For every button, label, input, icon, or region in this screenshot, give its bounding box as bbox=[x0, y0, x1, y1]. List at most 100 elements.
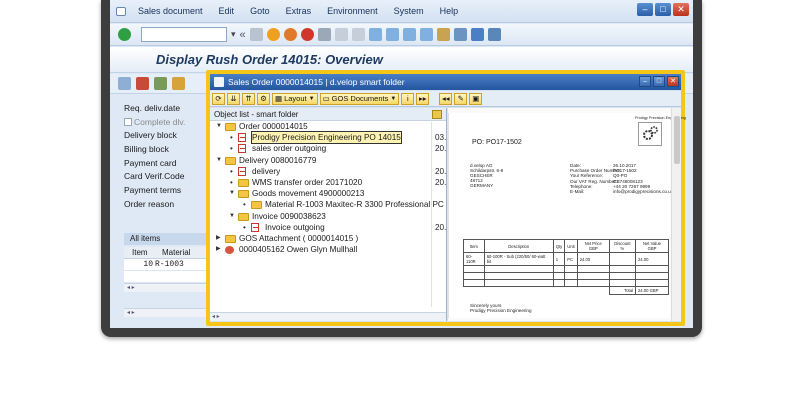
items-horizontal-scrollbar[interactable]: ◂ ▸ bbox=[124, 283, 216, 292]
tree-node-label: Prodigy Precision Engineering PO 14015 bbox=[251, 131, 402, 145]
menu-goto[interactable]: Goto bbox=[242, 6, 278, 16]
rewind-icon[interactable]: ◂◂ bbox=[439, 92, 453, 105]
menu-sales-document[interactable]: Sales document bbox=[130, 6, 211, 16]
create-session-icon[interactable] bbox=[436, 28, 450, 41]
next-page-icon[interactable] bbox=[402, 28, 416, 41]
expand-down-icon[interactable]: ▼ bbox=[229, 211, 235, 222]
tree-node[interactable]: ▶ GOS Attachment ( 0000014015 ) bbox=[210, 233, 446, 244]
header-form: Req. deliv.date Complete dlv. Delivery b… bbox=[124, 102, 214, 212]
table-row[interactable] bbox=[124, 271, 216, 283]
folder-edit-icon[interactable] bbox=[432, 110, 442, 119]
previous-page-icon[interactable] bbox=[385, 28, 399, 41]
command-field[interactable] bbox=[141, 27, 227, 42]
find-icon[interactable] bbox=[334, 28, 348, 41]
doc-table-row bbox=[463, 279, 670, 287]
expand-down-icon[interactable]: ▼ bbox=[229, 188, 235, 199]
command-history-icon[interactable]: ▾ bbox=[231, 29, 236, 40]
column-header-material[interactable]: Material bbox=[154, 247, 190, 258]
services-for-object-icon[interactable] bbox=[172, 77, 185, 90]
archive-icon[interactable]: ▣ bbox=[469, 92, 483, 105]
settings-icon[interactable]: ⚙ bbox=[257, 92, 270, 105]
maximize-icon[interactable]: □ bbox=[655, 3, 671, 16]
folder-icon bbox=[238, 178, 249, 187]
tree-node[interactable]: ▶ 0000405162 Owen Glyn Mullhall bbox=[210, 244, 446, 255]
purchase-order-document: Prodigy Precision Engineering PO: PO17-1… bbox=[448, 113, 686, 318]
last-page-icon[interactable] bbox=[419, 28, 433, 41]
layout-menu-icon[interactable] bbox=[487, 28, 501, 41]
back-icon[interactable] bbox=[266, 28, 280, 41]
find-next-icon[interactable] bbox=[351, 28, 365, 41]
expand-all-icon[interactable]: ⇊ bbox=[227, 92, 240, 105]
folder-icon bbox=[225, 156, 236, 165]
save-icon[interactable] bbox=[249, 28, 263, 41]
tree-node[interactable]: ▼ Delivery 0080016779 bbox=[210, 155, 446, 166]
help-icon[interactable] bbox=[470, 28, 484, 41]
delete-icon[interactable] bbox=[136, 77, 149, 90]
complete-delivery-checkbox[interactable]: Complete dlv. bbox=[124, 116, 214, 130]
tree-node[interactable]: • sales order outgoing 20. bbox=[210, 143, 446, 154]
collapse-all-icon[interactable]: ⇈ bbox=[242, 92, 255, 105]
close-icon[interactable]: ✕ bbox=[673, 3, 689, 16]
refresh-icon[interactable]: ⟳ bbox=[212, 92, 225, 105]
menu-edit[interactable]: Edit bbox=[211, 6, 243, 16]
tree-node[interactable]: ▼ Goods movement 4900000213 bbox=[210, 188, 446, 199]
minimize-icon[interactable]: – bbox=[637, 3, 653, 16]
object-list-title: Object list - smart folder bbox=[214, 110, 299, 119]
label-payment-terms: Payment terms bbox=[124, 185, 182, 196]
doc-total-label: Total bbox=[608, 286, 636, 295]
window-controls: – □ ✕ bbox=[637, 3, 689, 16]
doc-table-cell bbox=[608, 252, 636, 266]
doc-table-header-cell: Net Price GBP bbox=[576, 239, 610, 253]
expand-down-icon[interactable]: ▼ bbox=[216, 155, 222, 166]
info-icon[interactable]: i bbox=[401, 92, 415, 105]
menu-environment[interactable]: Environment bbox=[319, 6, 386, 16]
preview-vertical-scrollbar[interactable] bbox=[671, 108, 681, 321]
cancel-icon[interactable] bbox=[300, 28, 314, 41]
print-icon[interactable] bbox=[317, 28, 331, 41]
expand-right-icon[interactable]: ▶ bbox=[216, 244, 221, 255]
column-header-item[interactable]: Item bbox=[124, 247, 154, 258]
back-arrow-icon[interactable]: « bbox=[240, 29, 246, 41]
label-complete-dlv: Complete dlv. bbox=[134, 116, 186, 127]
form-horizontal-scrollbar[interactable]: ◂ ▸ bbox=[124, 308, 216, 317]
expand-right-icon[interactable]: ▶ bbox=[216, 233, 221, 244]
tree-node-date: 20. bbox=[435, 166, 447, 176]
tree-node[interactable]: • WMS transfer order 20171020 20. bbox=[210, 177, 446, 188]
label-order-reason: Order reason bbox=[124, 198, 175, 209]
tree-node[interactable]: • Invoice outgoing 20. bbox=[210, 222, 446, 233]
dialog-close-icon[interactable]: ✕ bbox=[667, 76, 679, 87]
label-delivery-block: Delivery block bbox=[124, 130, 177, 141]
dialog-maximize-icon[interactable]: □ bbox=[653, 76, 665, 87]
gos-documents-button[interactable]: ▭ GOS Documents ▼ bbox=[319, 92, 400, 105]
tree-horizontal-scrollbar[interactable]: ◂ ▸ bbox=[210, 312, 446, 321]
attachment-icon[interactable]: ✎ bbox=[454, 92, 468, 105]
menu-system[interactable]: System bbox=[386, 6, 432, 16]
dialog-minimize-icon[interactable]: – bbox=[639, 76, 651, 87]
sap-menu-icon[interactable] bbox=[116, 6, 126, 16]
shortcut-icon[interactable] bbox=[453, 28, 467, 41]
table-row[interactable]: 10 R-1003 bbox=[124, 259, 216, 271]
doc-table-total-row: Total 24.00 GBP bbox=[464, 286, 670, 295]
doc-table-row bbox=[463, 265, 670, 273]
menu-help[interactable]: Help bbox=[432, 6, 467, 16]
display-icon[interactable] bbox=[118, 77, 131, 90]
enter-check-icon[interactable] bbox=[118, 28, 131, 41]
forward-icon[interactable]: ▸▸ bbox=[416, 92, 430, 105]
tree-node[interactable]: ▼ Invoice 0090038623 bbox=[210, 211, 446, 222]
tab-all-items[interactable]: All items bbox=[124, 233, 216, 245]
exit-icon[interactable] bbox=[283, 28, 297, 41]
tree-node[interactable]: ▼ Order 0000014015 bbox=[210, 121, 446, 132]
scroll-thumb[interactable] bbox=[674, 116, 680, 164]
tree-node[interactable]: • Prodigy Precision Engineering PO 14015 0… bbox=[210, 131, 446, 145]
layout-icon: ▦ bbox=[275, 93, 283, 103]
partner-icon[interactable] bbox=[154, 77, 167, 90]
expand-down-icon[interactable]: ▼ bbox=[216, 121, 222, 132]
layout-button[interactable]: ▦ Layout ▼ bbox=[272, 92, 318, 105]
tree-node[interactable]: • delivery 20. bbox=[210, 166, 446, 177]
menu-extras[interactable]: Extras bbox=[278, 6, 320, 16]
dialog-title: Sales Order 0000014015 | d.velop smart f… bbox=[228, 77, 405, 87]
first-page-icon[interactable] bbox=[368, 28, 382, 41]
gos-documents-label: GOS Documents bbox=[331, 93, 389, 103]
tree-node-label: Material R-1003 Maxitec-R 3300 Professio… bbox=[265, 200, 444, 210]
tree-node[interactable]: • Material R-1003 Maxitec-R 3300 Professi… bbox=[210, 199, 446, 210]
